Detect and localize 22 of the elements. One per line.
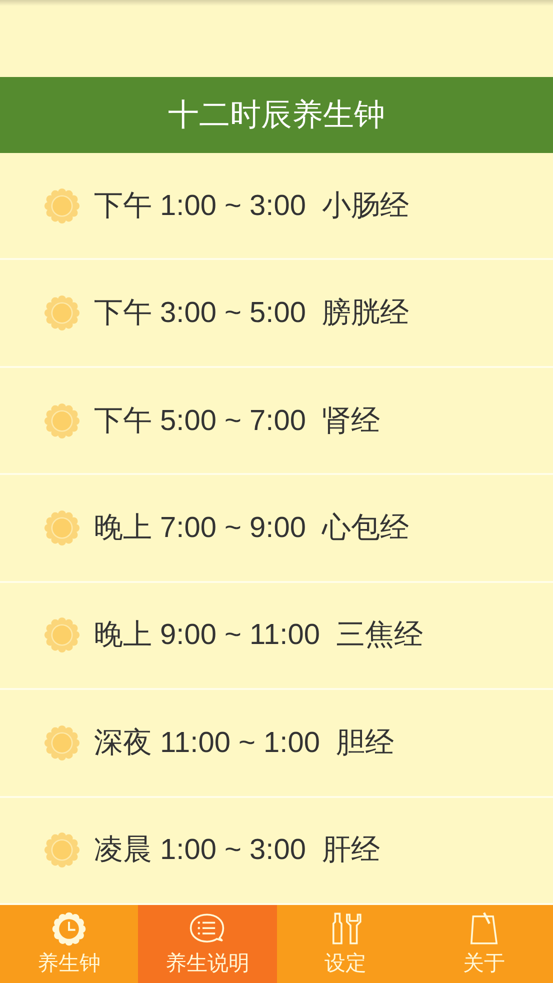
schedule-text: 深夜 11:00 ~ 1:00 胆经 <box>94 726 394 761</box>
schedule-row[interactable]: 晚上 7:00 ~ 9:00 心包经 <box>0 475 553 583</box>
schedule-row[interactable]: 下午 3:00 ~ 5:00 膀胱经 <box>0 260 553 368</box>
schedule-row[interactable]: 深夜 11:00 ~ 1:00 胆经 <box>0 690 553 798</box>
sun-icon <box>44 188 80 224</box>
schedule-row[interactable]: 下午 5:00 ~ 7:00 肾经 <box>0 368 553 476</box>
schedule-text: 下午 5:00 ~ 7:00 肾经 <box>94 404 380 439</box>
clock-icon <box>51 911 88 947</box>
schedule-row[interactable]: 晚上 9:00 ~ 11:00 三焦经 <box>0 582 553 690</box>
schedule-row[interactable]: 下午 1:00 ~ 3:00 小肠经 <box>0 153 553 260</box>
sun-icon <box>44 295 80 332</box>
sun-icon <box>44 617 80 654</box>
sun-icon <box>44 832 80 868</box>
sun-icon <box>44 724 80 761</box>
schedule-text: 晚上 9:00 ~ 11:00 三焦经 <box>94 618 424 654</box>
sun-icon <box>44 402 80 439</box>
app-title: 十二时辰养生钟 <box>168 96 385 135</box>
schedule-text: 下午 3:00 ~ 5:00 膀胱经 <box>94 296 410 332</box>
schedule-text: 凌晨 1:00 ~ 3:00 肝经 <box>94 833 380 868</box>
schedule-text: 下午 1:00 ~ 3:00 小肠经 <box>94 188 410 224</box>
schedule-text: 晚上 7:00 ~ 9:00 心包经 <box>94 510 410 546</box>
sun-icon <box>44 510 80 546</box>
